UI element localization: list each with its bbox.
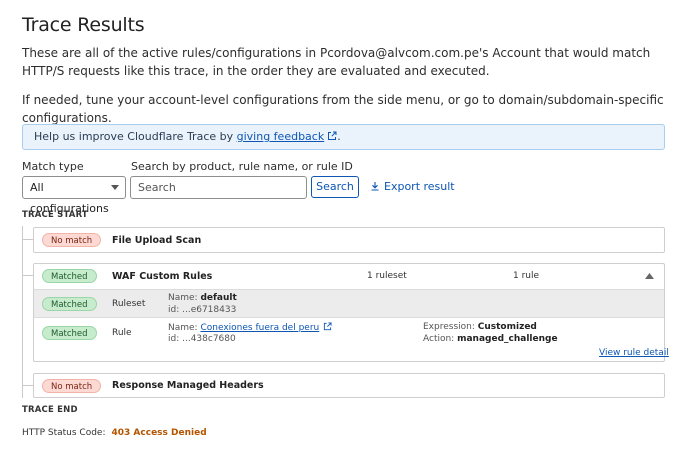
trace-item-file-upload-scan[interactable]: No match File Upload Scan (33, 227, 665, 253)
ruleset-name: Name: default (168, 293, 237, 303)
search-button[interactable]: Search (311, 176, 359, 198)
rule-id: id: ...438c7680 (168, 334, 236, 344)
page-title: Trace Results (22, 14, 145, 36)
waf-custom-rules-header[interactable]: Matched WAF Custom Rules 1 ruleset 1 rul… (34, 264, 664, 289)
intro-text: These are all of the active rules/config… (22, 46, 651, 78)
trace-item-response-managed-headers[interactable]: No match Response Managed Headers (33, 373, 665, 398)
search-input[interactable] (130, 176, 307, 199)
banner-text: Help us improve Cloudflare Trace by (34, 130, 237, 143)
trace-start-label: TRACE START (22, 210, 88, 220)
intro-text-config: If needed, tune your account-level confi… (22, 93, 664, 125)
matched-badge: Matched (42, 297, 97, 311)
ruleset-kind: Ruleset (112, 299, 146, 309)
feedback-banner: Help us improve Cloudflare Trace by givi… (22, 124, 665, 150)
http-status-line: HTTP Status Code: 403 Access Denied (22, 428, 207, 438)
trace-end-label: TRACE END (22, 405, 78, 415)
rule-row: Matched Rule Name: Conexiones fuera del … (34, 317, 669, 361)
view-rule-detail-link[interactable]: View rule detail (599, 348, 669, 358)
export-result-button[interactable]: Export result (370, 180, 455, 193)
timeline-connector (22, 239, 33, 240)
trace-item-waf-custom-rules: Matched WAF Custom Rules 1 ruleset 1 rul… (33, 263, 669, 362)
trace-timeline (22, 226, 33, 398)
chevron-up-icon[interactable] (645, 273, 654, 279)
rule-expression: Expression: Customized (423, 322, 537, 332)
giving-feedback-link[interactable]: giving feedback (237, 130, 325, 143)
trace-item-title: File Upload Scan (112, 235, 202, 246)
rule-name: Name: Conexiones fuera del peru (168, 322, 332, 333)
chevron-down-icon (111, 185, 119, 190)
http-status-label: HTTP Status Code: (22, 428, 106, 438)
match-type-label: Match type (22, 160, 84, 173)
rule-name-link[interactable]: Conexiones fuera del peru (200, 323, 319, 333)
matched-badge: Matched (42, 269, 97, 283)
ruleset-id: id: ...e6718433 (168, 305, 237, 315)
ruleset-row: Matched Ruleset Name: default id: ...e67… (34, 289, 664, 317)
matched-badge: Matched (42, 326, 97, 340)
trace-item-title: Response Managed Headers (112, 380, 264, 391)
banner-suffix: . (337, 130, 341, 143)
http-status-value: 403 Access Denied (111, 428, 207, 438)
export-result-label: Export result (384, 180, 455, 193)
rule-action: Action: managed_challenge (423, 334, 558, 344)
external-link-icon[interactable] (323, 322, 332, 331)
download-icon (371, 182, 379, 191)
trace-item-title: WAF Custom Rules (112, 271, 213, 282)
match-type-select[interactable]: All configurations (22, 176, 126, 215)
external-link-icon[interactable] (327, 131, 337, 141)
rule-count: 1 rule (513, 271, 540, 281)
rule-kind: Rule (112, 328, 132, 338)
no-match-badge: No match (42, 233, 102, 247)
timeline-connector (22, 275, 33, 276)
ruleset-count: 1 ruleset (367, 271, 407, 281)
search-label: Search by product, rule name, or rule ID (131, 160, 353, 173)
no-match-badge: No match (42, 379, 102, 393)
timeline-connector (22, 385, 33, 386)
